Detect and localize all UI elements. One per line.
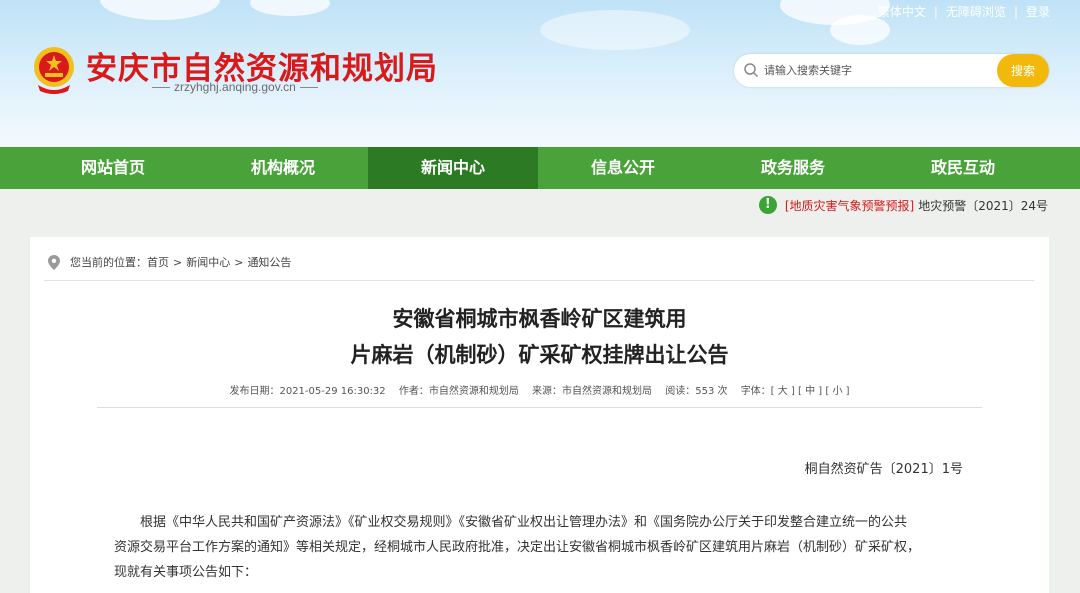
meta-views: 阅读：553 次 (665, 386, 728, 397)
alert-tag[interactable]: [地质灾害气象预警预报] (785, 197, 914, 214)
meta-author: 作者：市自然资源和规划局 (398, 386, 519, 397)
article-title-line-1: 安徽省桐城市枫香岭矿区建筑用 (392, 307, 687, 331)
breadcrumb-news[interactable]: 新闻中心 (186, 254, 230, 270)
site-domain: zrzyhghj.anqing.gov.cn (148, 80, 322, 94)
body-line: 根据《中华人民共和国矿产资源法》《矿业权交易规则》《安徽省矿业权出让管理办法》和… (140, 515, 908, 530)
top-link-separator: | (1013, 4, 1018, 19)
nav-item-info-disclosure[interactable]: 信息公开 (538, 147, 708, 189)
nav-item-home[interactable]: 网站首页 (28, 147, 198, 189)
national-emblem-icon (34, 47, 74, 94)
alert-text[interactable]: 地灾预警〔2021〕24号 (918, 197, 1048, 214)
meta-date: 发布日期：2021-05-29 16:30:32 (229, 386, 386, 397)
location-pin-icon (48, 254, 60, 270)
document-number: 桐自然资矿告〔2021〕1号 (804, 462, 963, 477)
breadcrumb-separator: > (234, 255, 244, 269)
breadcrumb: 您当前的位置： 首页 > 新闻中心 > 通知公告 (48, 254, 291, 270)
body-line: 资源交易平台工作方案的通知》等相关规定，经桐城市人民政府批准，决定出让安徽省桐城… (114, 540, 921, 555)
article-title-line-2: 片麻岩（机制砂）矿采矿权挂牌出让公告 (350, 343, 729, 367)
site-header: 繁体中文 | 无障碍浏览 | 登录 安庆市自然资源和规划局 zrzyhghj.a… (0, 0, 1080, 147)
search-icon (744, 63, 759, 78)
top-link-separator: | (933, 4, 938, 19)
alert-bar: ! [地质灾害气象预警预报] 地灾预警〔2021〕24号 (758, 195, 1048, 215)
nav-item-news[interactable]: 新闻中心 (368, 147, 538, 189)
meta-source: 来源：市自然资源和规划局 (532, 386, 653, 397)
cloud-decoration (100, 0, 220, 20)
nav-item-about[interactable]: 机构概况 (198, 147, 368, 189)
body-line: 现就有关事项公告如下： (114, 565, 258, 580)
link-accessibility[interactable]: 无障碍浏览 (946, 3, 1006, 20)
alert-icon: ! (758, 196, 777, 214)
link-traditional-chinese[interactable]: 繁体中文 (878, 3, 926, 20)
breadcrumb-divider (44, 280, 1034, 281)
article-meta: 发布日期：2021-05-29 16:30:32 作者：市自然资源和规划局 来源… (30, 382, 1049, 397)
cloud-decoration (540, 10, 690, 50)
nav-item-interaction[interactable]: 政民互动 (878, 147, 1048, 189)
link-login[interactable]: 登录 (1026, 3, 1050, 20)
search-box: 搜索 (734, 54, 1049, 87)
breadcrumb-notices[interactable]: 通知公告 (247, 254, 291, 270)
nav-item-services[interactable]: 政务服务 (708, 147, 878, 189)
meta-divider (97, 407, 982, 408)
main-nav: 网站首页 机构概况 新闻中心 信息公开 政务服务 政民互动 (0, 147, 1080, 189)
breadcrumb-home[interactable]: 首页 (147, 254, 169, 270)
search-input[interactable] (764, 54, 994, 87)
top-links: 繁体中文 | 无障碍浏览 | 登录 (878, 3, 1050, 20)
breadcrumb-prefix: 您当前的位置： (70, 256, 147, 269)
cloud-decoration (250, 0, 330, 16)
meta-font-size[interactable]: 字体：[ 大 ] [ 中 ] [ 小 ] (741, 386, 850, 397)
search-button[interactable]: 搜索 (997, 54, 1049, 87)
article-body: 根据《中华人民共和国矿产资源法》《矿业权交易规则》《安徽省矿业权出让管理办法》和… (114, 510, 974, 585)
breadcrumb-separator: > (173, 255, 183, 269)
content-panel: 您当前的位置： 首页 > 新闻中心 > 通知公告 安徽省桐城市枫香岭矿区建筑用 … (30, 237, 1049, 593)
